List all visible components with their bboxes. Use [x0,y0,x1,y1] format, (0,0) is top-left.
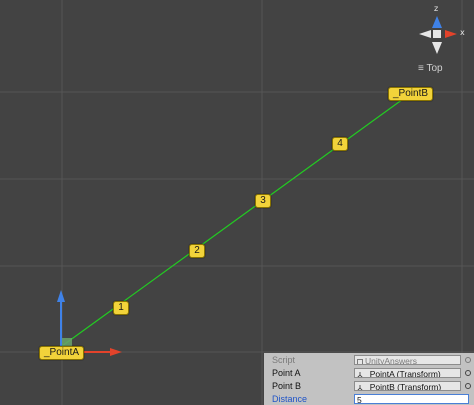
point-b-object-picker[interactable] [465,383,471,389]
gizmo-x-axis-label: x [460,28,465,37]
script-object-picker[interactable] [465,357,471,363]
point-b-field[interactable]: _PointB (Transform) [354,381,461,391]
distance-field-label: Distance [272,394,308,404]
point-b-label[interactable]: _PointB [388,87,434,101]
transform-icon [357,372,363,377]
view-mode-text: Top [426,63,443,74]
gizmo-center-cube[interactable] [433,30,441,38]
point-a-x-arrow-icon[interactable] [110,348,122,356]
marker-label-3: 3 [255,194,271,208]
marker-label-4: 4 [332,137,348,151]
point-a-label[interactable]: _PointA [39,346,85,360]
gizmo-x-arrow-icon[interactable] [445,30,457,38]
marker-label-2: 2 [189,244,205,258]
script-icon [357,359,363,364]
script-value: UnityAnswers [365,356,417,365]
inspector-row-point-b: Point B _PointB (Transform) [264,380,474,392]
script-field[interactable]: UnityAnswers [354,355,461,365]
gizmo-z-axis-label: z [434,4,439,13]
hamburger-icon: ≡ [418,63,424,74]
point-b-field-label: Point B [272,381,302,391]
inspector-row-script: Script UnityAnswers [264,354,474,366]
point-a-field-label: Point A [272,368,301,378]
gizmo-neg-z-cone-icon[interactable] [432,42,442,54]
point-a-field[interactable]: _PointA (Transform) [354,368,461,378]
gizmo-neg-x-cone-icon[interactable] [419,30,431,38]
inspector-row-point-a: Point A _PointA (Transform) [264,367,474,379]
point-a-object-picker[interactable] [465,370,471,376]
scene-grid [0,0,474,405]
marker-label-1: 1 [113,301,129,315]
point-a-value: _PointA (Transform) [365,369,441,378]
inspector-panel: Script UnityAnswers Point A _PointA (Tra… [264,353,474,405]
point-a-y-arrow-icon[interactable] [57,290,65,302]
gizmo-z-arrow-icon[interactable] [432,16,442,28]
scene-view[interactable]: z x ≡ Top _PointB _PointA 1 2 3 4 Script… [0,0,474,405]
inspector-row-distance: Distance 5 [264,393,474,405]
view-mode-label[interactable]: ≡ Top [418,63,443,74]
distance-input[interactable]: 5 [354,394,469,404]
script-label: Script [272,355,296,365]
transform-icon [357,385,363,390]
orientation-gizmo[interactable] [419,16,457,54]
point-b-value: _PointB (Transform) [365,382,442,391]
